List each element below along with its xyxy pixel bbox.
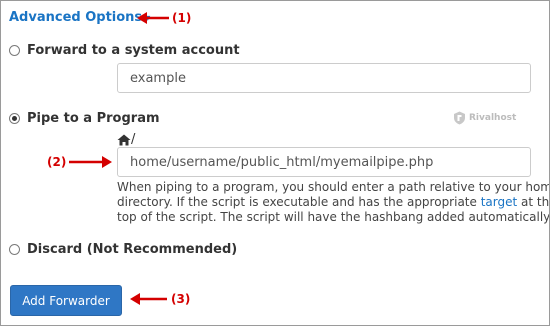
annotation-arrow-2 xyxy=(69,156,112,168)
annotation-arrow-1 xyxy=(137,12,169,24)
annotation-arrow-3 xyxy=(130,293,167,305)
annotation-label-2: (2) xyxy=(47,155,67,169)
annotation-arrows xyxy=(69,12,169,305)
forwarder-options-panel: Advanced Options▾ Forward to a system ac… xyxy=(0,0,550,326)
annotation-label-3: (3) xyxy=(171,292,191,306)
annotation-label-1: (1) xyxy=(172,11,192,25)
